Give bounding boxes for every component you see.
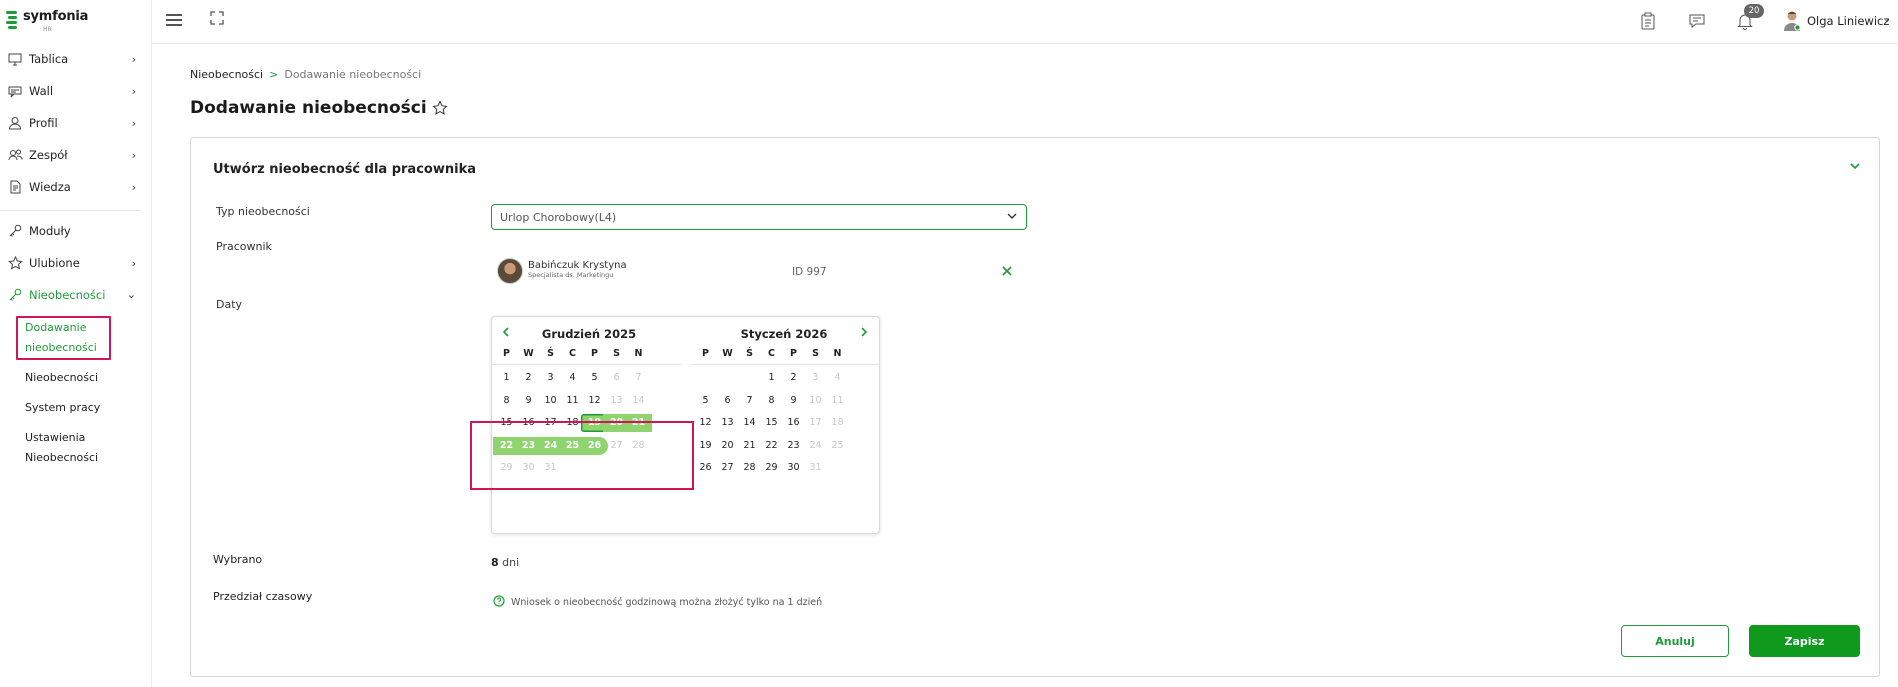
breadcrumb-separator: >: [269, 68, 279, 81]
page-title-text: Dodawanie nieobecności: [190, 98, 427, 118]
calendar-day[interactable]: 4: [824, 369, 851, 387]
sidebar-item-ulubione[interactable]: Ulubione ›: [0, 249, 150, 277]
app-logo[interactable]: symfonia HR: [6, 10, 88, 36]
clipboard-icon[interactable]: [1638, 11, 1658, 31]
sidebar-item-label: Moduły: [29, 224, 71, 238]
month-title-left: Grudzień 2025: [541, 327, 637, 341]
sidebar-subitem-ustawienia[interactable]: Ustawienia Nieobecności: [25, 428, 135, 468]
help-circle-icon: [493, 595, 505, 610]
breadcrumb: Nieobecności > Dodawanie nieobecności: [190, 68, 421, 81]
calendar-day[interactable]: 11: [824, 392, 851, 410]
weekday-header: N: [634, 348, 643, 359]
key-icon: [7, 223, 23, 239]
weekday-divider: [691, 364, 880, 365]
logo-subtitle: HR: [43, 26, 52, 33]
employee-label: Pracownik: [216, 240, 272, 253]
employee-avatar: [497, 258, 523, 284]
calendar-day[interactable]: 7: [625, 369, 652, 387]
weekday-header: N: [833, 348, 842, 359]
chevron-down-icon: ⌄: [126, 288, 136, 301]
sidebar-item-label: Tablica: [29, 52, 69, 66]
menu-icon[interactable]: [166, 14, 182, 28]
breadcrumb-parent[interactable]: Nieobecności: [190, 68, 263, 81]
absence-type-value: Urlop Chorobowy(L4): [500, 210, 617, 224]
dates-label: Daty: [216, 298, 243, 311]
sidebar: symfonia HR Tablica › Wall › Profil › Ze…: [0, 0, 152, 687]
chevron-right-icon: ›: [131, 85, 136, 98]
interval-info-text: Wniosek o nieobecność godzinową można zł…: [511, 597, 823, 608]
document-icon: [7, 179, 23, 195]
sidebar-item-zespol[interactable]: Zespół ›: [0, 141, 150, 169]
chevron-right-icon: ›: [131, 257, 136, 270]
key-icon: [7, 287, 23, 303]
sidebar-item-nieobecnosci[interactable]: Nieobecności ⌄: [0, 281, 150, 309]
sidebar-item-label: Ulubione: [29, 256, 80, 270]
sidebar-divider: [0, 210, 140, 211]
messages-icon[interactable]: [1687, 11, 1707, 31]
user-avatar[interactable]: [1782, 10, 1802, 32]
save-button[interactable]: Zapisz: [1749, 625, 1860, 657]
type-label: Typ nieobecności: [216, 205, 310, 218]
absence-type-select[interactable]: Urlop Chorobowy(L4): [491, 204, 1027, 230]
team-icon: [7, 147, 23, 163]
sidebar-item-profil[interactable]: Profil ›: [0, 109, 150, 137]
absence-form-card: Utwórz nieobecność dla pracownika Typ ni…: [190, 137, 1880, 677]
sidebar-item-label: Nieobecności: [29, 288, 106, 302]
weekday-divider: [492, 364, 682, 365]
collapse-chevron-icon[interactable]: [1849, 160, 1861, 174]
chevron-right-icon: ›: [131, 149, 136, 162]
fullscreen-icon[interactable]: [210, 11, 224, 25]
sidebar-subitem-system-pracy[interactable]: System pracy: [25, 398, 135, 418]
sidebar-subitem-nieobecnosci[interactable]: Nieobecności: [25, 368, 135, 388]
user-name[interactable]: Olga Liniewicz: [1807, 14, 1889, 28]
sidebar-item-label: Wall: [29, 84, 54, 98]
calendar-day[interactable]: 31: [802, 459, 829, 477]
remove-employee-icon[interactable]: [1001, 265, 1013, 280]
chevron-right-icon: ›: [131, 181, 136, 194]
star-icon: [7, 255, 23, 271]
chat-board-icon: [7, 83, 23, 99]
monitor-icon: [7, 51, 23, 67]
favorite-star-icon[interactable]: [432, 100, 448, 116]
calendar-day[interactable]: 25: [824, 437, 851, 455]
calendar-day[interactable]: 14: [625, 392, 652, 410]
sidebar-item-moduly[interactable]: Moduły: [0, 217, 150, 245]
sidebar-item-tablica[interactable]: Tablica ›: [0, 45, 150, 73]
sidebar-item-wall[interactable]: Wall ›: [0, 77, 150, 105]
chevron-down-icon: [1006, 210, 1018, 225]
month-title-right: Styczeń 2026: [740, 327, 828, 341]
page-title: Dodawanie nieobecności: [190, 98, 448, 118]
user-icon: [7, 115, 23, 131]
employee-id: ID 997: [792, 266, 827, 278]
selected-count: 8: [491, 556, 499, 569]
cancel-button[interactable]: Anuluj: [1621, 625, 1729, 657]
logo-name: symfonia: [23, 9, 89, 24]
selected-unit: dni: [502, 556, 520, 569]
sidebar-item-label: Wiedza: [29, 180, 71, 194]
annotation-highlight-box: [16, 316, 111, 360]
top-bar: 20 Olga Liniewicz ⌄: [152, 0, 1898, 44]
chevron-right-icon: ›: [131, 117, 136, 130]
card-title: Utwórz nieobecność dla pracownika: [213, 162, 476, 177]
employee-name: Babińczuk Krystyna: [528, 260, 627, 271]
breadcrumb-current: Dodawanie nieobecności: [284, 68, 422, 81]
sidebar-item-wiedza[interactable]: Wiedza ›: [0, 173, 150, 201]
sidebar-item-label: Profil: [29, 116, 58, 130]
interval-label: Przedział czasowy: [213, 590, 313, 603]
chevron-down-icon[interactable]: ⌄: [1883, 14, 1891, 25]
selected-label: Wybrano: [213, 553, 263, 566]
notification-badge: 20: [1744, 4, 1764, 18]
calendar-day[interactable]: 18: [824, 414, 851, 432]
employee-role: Specjalista ds. Marketingu: [528, 271, 614, 279]
chevron-right-icon: ›: [131, 53, 136, 66]
sidebar-item-label: Zespół: [29, 148, 68, 162]
annotation-highlight-box: [470, 421, 694, 490]
selected-days: 8 dni: [491, 556, 519, 569]
logo-mark-icon: [6, 10, 18, 32]
